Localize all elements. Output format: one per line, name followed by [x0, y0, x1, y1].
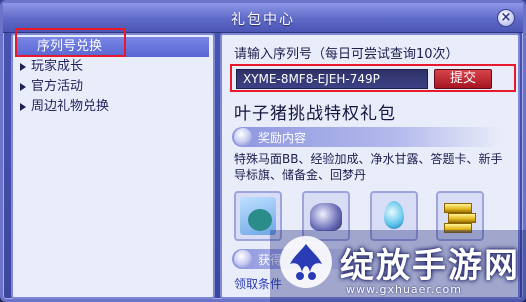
watermark-text: 绽放手游网: [340, 246, 520, 286]
sidebar-highlight-box: [15, 28, 126, 57]
sidebar-item-label: 玩家成长: [31, 59, 84, 74]
sidebar-item-merch-redeem[interactable]: 周边礼物兑换: [17, 97, 209, 117]
rewards-heading: 奖励内容: [258, 131, 307, 145]
rewards-description: 特殊马面BB、经验加成、净水甘露、答题卡、新手导标旗、储备金、回梦丹: [234, 152, 503, 182]
watermark-url: www.gxhuaer.com: [346, 283, 462, 296]
sidebar-item-official-events[interactable]: 官方活动: [17, 77, 209, 97]
sidebar-item-label: 官方活动: [31, 79, 84, 94]
window-title: 礼包中心: [231, 12, 295, 28]
redeem-row-highlight: XYME-8MF8-EJEH-749P 提交: [230, 64, 516, 92]
orb-icon: [234, 128, 252, 146]
rewards-heading-bar: 奖励内容: [232, 127, 502, 147]
submit-button[interactable]: 提交: [434, 69, 492, 89]
serial-prompt: 请输入序列号（每日可尝试查询10次）: [234, 47, 459, 62]
pack-title: 叶子猪挑战特权礼包: [234, 104, 396, 124]
sidebar: 序列号兑换 玩家成长 官方活动 周边礼物兑换: [11, 33, 215, 299]
water-drop-icon: [384, 201, 404, 229]
serial-code-input[interactable]: XYME-8MF8-EJEH-749P: [236, 69, 428, 89]
close-button[interactable]: ×: [497, 9, 515, 27]
sidebar-item-player-growth[interactable]: 玩家成长: [17, 57, 209, 77]
watermark-logo-icon: [280, 236, 332, 288]
orb-icon: [234, 250, 252, 268]
expand-arrow-icon: [20, 63, 26, 71]
expand-arrow-icon: [20, 103, 26, 111]
sidebar-item-label: 周边礼物兑换: [31, 99, 110, 114]
expand-arrow-icon: [20, 83, 26, 91]
mount-icon: [310, 203, 342, 231]
